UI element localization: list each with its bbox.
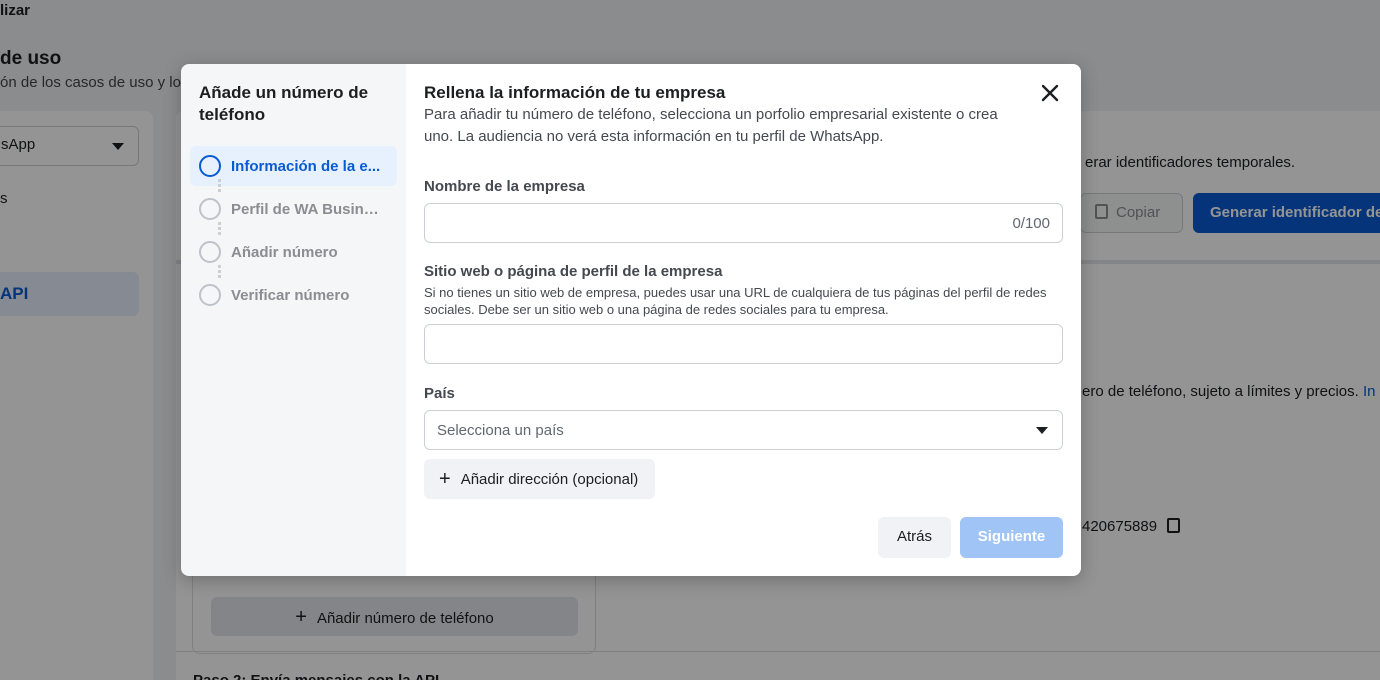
add-address-label: Añadir dirección (opcional) (460, 470, 639, 488)
step-circle-icon (199, 198, 221, 220)
step-label: Verificar número (231, 286, 350, 304)
business-name-label: Nombre de la empresa (424, 178, 585, 195)
step-connector (218, 265, 221, 278)
next-button[interactable]: Siguiente (960, 517, 1063, 558)
business-name-input[interactable]: 0/100 (424, 203, 1063, 243)
step-list: Información de la e... Perfil de WA Busi… (190, 146, 397, 315)
close-button[interactable] (1037, 80, 1063, 106)
back-button[interactable]: Atrás (878, 517, 951, 558)
dialog-sidebar-title: Añade un número de teléfono (199, 83, 369, 124)
step-connector (218, 179, 221, 192)
step-business-info[interactable]: Información de la e... (190, 146, 397, 186)
step-label: Perfil de WA Business (231, 200, 386, 218)
step-circle-icon (199, 241, 221, 263)
step-label: Información de la e... (231, 157, 381, 175)
website-label: Sitio web o página de perfil de la empre… (424, 263, 723, 280)
step-connector (218, 222, 221, 235)
dialog-sidebar: Añade un número de teléfono Información … (181, 64, 406, 576)
step-circle-icon (199, 284, 221, 306)
country-label: País (424, 385, 455, 402)
dialog-content: Rellena la información de tu empresa Par… (406, 64, 1081, 576)
add-phone-dialog: Añade un número de teléfono Información … (181, 64, 1081, 576)
character-counter: 0/100 (1012, 215, 1050, 232)
plus-icon: + (439, 468, 451, 490)
dialog-description: Para añadir tu número de teléfono, selec… (424, 106, 998, 145)
step-wa-business-profile[interactable]: Perfil de WA Business (190, 189, 397, 229)
step-label: Añadir número (231, 243, 338, 261)
close-icon (1041, 84, 1059, 102)
step-add-number[interactable]: Añadir número (190, 232, 397, 272)
step-verify-number[interactable]: Verificar número (190, 275, 397, 315)
caret-down-icon (1036, 427, 1048, 434)
country-placeholder: Selecciona un país (437, 422, 564, 439)
dialog-title: Rellena la información de tu empresa (424, 83, 726, 102)
country-select[interactable]: Selecciona un país (424, 410, 1063, 450)
add-address-button[interactable]: + Añadir dirección (opcional) (424, 459, 656, 499)
step-circle-icon (199, 155, 221, 177)
website-field-group: Sitio web o página de perfil de la empre… (424, 263, 1064, 318)
website-input[interactable] (424, 324, 1063, 364)
website-help-text: Si no tienes un sitio web de empresa, pu… (424, 285, 1047, 317)
